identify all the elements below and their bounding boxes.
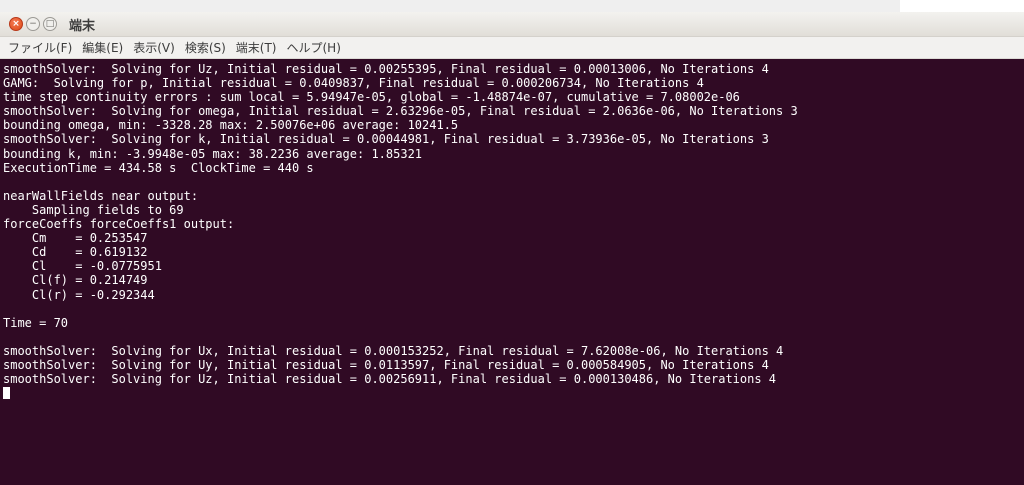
close-button[interactable]: × <box>9 17 23 31</box>
desktop-top-strip <box>0 0 1024 12</box>
window-title: 端末 <box>69 18 96 34</box>
terminal-line: Cl = -0.0775951 <box>3 259 162 274</box>
maximize-button[interactable]: □ <box>43 17 57 31</box>
terminal-line: smoothSolver: Solving for Uz, Initial re… <box>3 372 777 387</box>
terminal-line: forceCoeffs forceCoeffs1 output: <box>3 217 235 232</box>
terminal-line: Cm = 0.253547 <box>3 231 148 246</box>
terminal-line: nearWallFields near output: <box>3 188 199 203</box>
menu-file[interactable]: ファイル(F) <box>3 39 77 56</box>
terminal-line: smoothSolver: Solving for Uz, Initial re… <box>3 62 769 76</box>
terminal-line: smoothSolver: Solving for omega, Initial… <box>3 104 798 119</box>
menu-edit[interactable]: 編集(E) <box>77 39 128 56</box>
terminal-line: bounding omega, min: -3328.28 max: 2.500… <box>3 118 459 133</box>
terminal-line: ExecutionTime = 434.58 s ClockTime = 440… <box>3 160 314 175</box>
terminal-line: Sampling fields to 69 <box>3 202 184 217</box>
menu-help[interactable]: ヘルプ(H) <box>282 39 346 56</box>
terminal-line: smoothSolver: Solving for k, Initial res… <box>3 132 769 147</box>
menu-terminal[interactable]: 端末(T) <box>231 39 282 56</box>
terminal-prompt-line[interactable] <box>3 386 1024 400</box>
terminal-line: time step continuity errors : sum local … <box>3 90 740 105</box>
minimize-icon: − <box>29 18 37 29</box>
menu-bar: ファイル(F) 編集(E) 表示(V) 検索(S) 端末(T) ヘルプ(H) <box>0 37 1024 59</box>
terminal-output[interactable]: smoothSolver: Solving for Uz, Initial re… <box>0 59 1024 485</box>
menu-view[interactable]: 表示(V) <box>128 39 180 56</box>
title-bar[interactable]: × − □ 端末 <box>0 12 1024 37</box>
terminal-line: Cd = 0.619132 <box>3 245 148 260</box>
maximize-icon: □ <box>45 18 55 29</box>
terminal-line: GAMG: Solving for p, Initial residual = … <box>3 76 704 91</box>
terminal-line: Time = 70 <box>3 315 69 330</box>
terminal-window: × − □ 端末 ファイル(F) 編集(E) 表示(V) 検索(S) 端末(T)… <box>0 12 1024 485</box>
menu-search[interactable]: 検索(S) <box>180 39 231 56</box>
terminal-line: Cl(f) = 0.214749 <box>3 273 148 288</box>
close-icon: × <box>12 18 20 29</box>
minimize-button[interactable]: − <box>26 17 40 31</box>
terminal-cursor <box>3 387 10 400</box>
terminal-line: Cl(r) = -0.292344 <box>3 287 155 302</box>
desktop-top-strip-bar <box>0 0 900 12</box>
terminal-line: bounding k, min: -3.9948e-05 max: 38.223… <box>3 146 423 161</box>
terminal-line: smoothSolver: Solving for Ux, Initial re… <box>3 343 784 358</box>
terminal-line: smoothSolver: Solving for Uy, Initial re… <box>3 357 769 372</box>
